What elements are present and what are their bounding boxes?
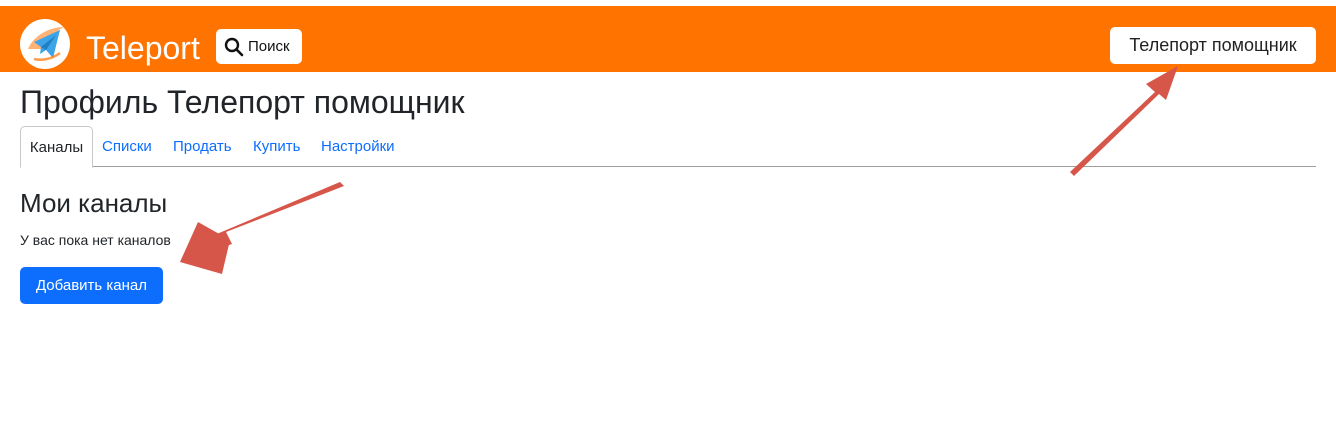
brand-name[interactable]: Teleport (86, 29, 200, 67)
search-button[interactable]: Поиск (216, 29, 302, 64)
channels-heading: Мои каналы (20, 188, 168, 218)
tab-settings[interactable]: Настройки (321, 126, 395, 167)
user-profile-button[interactable]: Телепорт помощник (1110, 27, 1316, 64)
tab-lists[interactable]: Списки (102, 126, 152, 167)
tab-sell[interactable]: Продать (173, 126, 232, 167)
top-navbar: Teleport Поиск Телепорт помощник (0, 6, 1336, 72)
profile-tabs: Каналы Списки Продать Купить Настройки (20, 126, 1316, 168)
teleport-logo-icon[interactable] (20, 19, 70, 69)
arrow-annotation-icon (180, 182, 344, 274)
tab-buy[interactable]: Купить (253, 126, 300, 167)
search-button-label: Поиск (248, 38, 290, 55)
page: Teleport Поиск Телепорт помощник Профиль… (0, 0, 1336, 443)
add-channel-button[interactable]: Добавить канал (20, 267, 163, 304)
page-title: Профиль Телепорт помощник (20, 84, 465, 120)
search-icon (224, 37, 244, 56)
empty-channels-text: У вас пока нет каналов (20, 232, 171, 248)
tab-channels[interactable]: Каналы (20, 126, 93, 168)
